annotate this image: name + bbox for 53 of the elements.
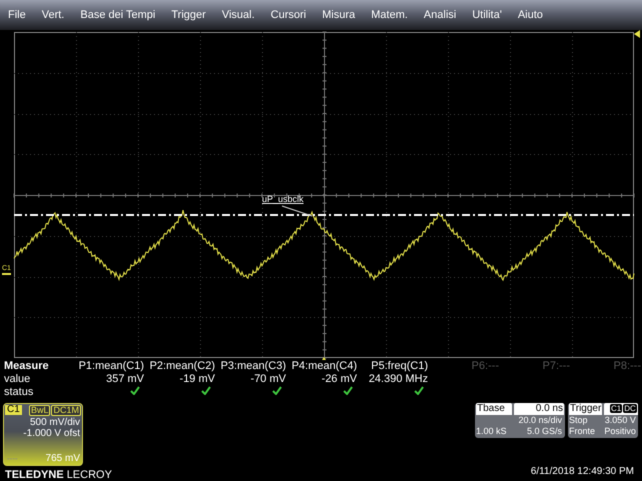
parameter-name[interactable]: P4:mean(C4)	[290, 360, 361, 373]
trigger-tag: C1	[610, 404, 622, 413]
timebase-descriptor[interactable]: Tbase 0.0 ns 20.0 ns/div 1.00 kS 5.0 GS/s	[475, 403, 565, 438]
channel-indicator: ----	[7, 453, 18, 464]
trigger-title: Trigger	[569, 403, 602, 415]
timebase-scale: 20.0 ns/div	[517, 415, 563, 426]
row-label: Measure	[3, 360, 50, 373]
parameter-value: -19 mV	[178, 373, 216, 386]
channel-descriptor[interactable]: C1 BwL DC1M 500 mV/div -1.000 V ofst ---- 765 mV	[3, 403, 83, 466]
channel-name: C1	[5, 405, 22, 415]
trigger-level: 3.050 V	[604, 415, 637, 426]
sample-count: 1.00 kS	[476, 426, 508, 437]
parameter-value: -70 mV	[250, 373, 287, 386]
menu-item[interactable]: Analisi	[424, 9, 456, 21]
parameter-name[interactable]: P1:mean(C1)	[77, 360, 148, 373]
menu-item[interactable]: Visual.	[222, 9, 255, 21]
parameter-name[interactable]: P5:freq(C1)	[361, 360, 432, 373]
parameter-value: -26 mV	[320, 373, 358, 386]
menu-item[interactable]: Cursori	[270, 9, 306, 21]
menu-item[interactable]: File	[8, 9, 26, 21]
menu-item[interactable]: Aiuto	[518, 9, 543, 21]
channel-tag: BwL	[28, 405, 50, 416]
parameter-value: 357 mV	[105, 373, 145, 386]
timebase-delay: 0.0 ns	[514, 403, 564, 415]
menu-item[interactable]: Base dei Tempi	[80, 9, 156, 21]
trigger-type: Fronte	[569, 426, 596, 437]
menu-item[interactable]: Misura	[322, 9, 356, 21]
timebase-title: Tbase	[476, 403, 512, 415]
trigger-tag: DC	[623, 404, 637, 413]
trigger-level-icon	[634, 30, 640, 38]
menu-item[interactable]: Matem.	[371, 9, 408, 21]
row-label: value	[3, 373, 32, 386]
leader-line	[282, 206, 312, 216]
logo-product: LECROY	[66, 469, 112, 481]
menu-item[interactable]: Utilita'	[472, 9, 502, 21]
menu-item[interactable]: Vert.	[42, 9, 64, 21]
vertical-offset: -1.000 V ofst	[23, 428, 81, 439]
sample-rate: 5.0 GS/s	[526, 426, 563, 437]
vertical-scale: 500 mV/div	[30, 417, 81, 428]
trigger-slope: Positivo	[604, 426, 637, 437]
channel-reading: 765 mV	[46, 453, 81, 464]
trigger-position-icon	[320, 357, 328, 360]
timestamp: 6/11/2018 12:49:30 PM	[530, 466, 635, 477]
row-label: status	[3, 386, 34, 399]
logo-brand: TELEDYNE	[5, 469, 64, 481]
channel-tag: DC1M	[51, 405, 81, 416]
parameter-value: 24.390 MHz	[368, 373, 429, 386]
trigger-descriptor[interactable]: Trigger C1 DC Stop 3.050 V Fronte Positivo	[568, 403, 638, 438]
parameter-name[interactable]: P2:mean(C2)	[148, 360, 219, 373]
menu-item[interactable]: Trigger	[171, 9, 206, 21]
trigger-mode: Stop	[569, 415, 589, 426]
parameter-name[interactable]: P3:mean(C3)	[219, 360, 290, 373]
trace-label: uP_usbclk	[262, 194, 304, 204]
